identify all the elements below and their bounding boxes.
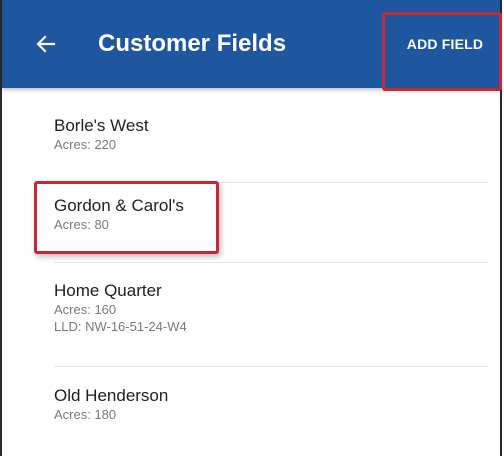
back-button[interactable] <box>24 22 68 66</box>
field-acres: Acres: 180 <box>54 407 117 422</box>
page-title: Customer Fields <box>98 30 287 57</box>
field-name: Gordon & Carol's <box>54 196 184 215</box>
app-bar: Customer Fields ADD FIELD <box>2 0 500 88</box>
field-name: Home Quarter <box>54 281 162 300</box>
list-item[interactable]: Home Quarter Acres: 160 LLD: NW-16-51-24… <box>54 281 488 335</box>
field-name: Borle's West <box>54 116 149 135</box>
divider <box>54 182 488 183</box>
arrow-left-icon <box>36 34 56 54</box>
field-acres: Acres: 160 <box>54 302 117 317</box>
divider <box>54 366 488 367</box>
add-field-button[interactable]: ADD FIELD <box>390 22 500 66</box>
list-item[interactable]: Borle's West Acres: 220 <box>54 116 488 153</box>
field-lld: LLD: NW-16-51-24-W4 <box>54 319 187 334</box>
field-acres: Acres: 220 <box>54 137 117 152</box>
list-item[interactable]: Gordon & Carol's Acres: 80 <box>54 196 488 233</box>
divider <box>54 262 488 263</box>
list-item[interactable]: Old Henderson Acres: 180 <box>54 386 488 423</box>
app-frame: Customer Fields ADD FIELD Borle's West A… <box>0 0 502 456</box>
field-acres: Acres: 80 <box>54 217 109 232</box>
field-name: Old Henderson <box>54 386 169 405</box>
